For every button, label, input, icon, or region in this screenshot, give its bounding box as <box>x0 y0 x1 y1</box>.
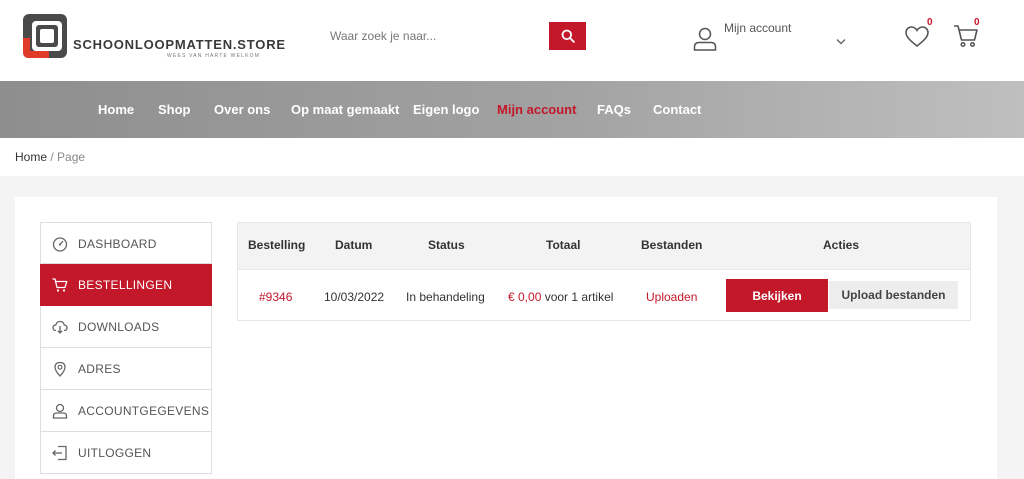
search-icon <box>561 29 575 43</box>
sidebar-item-label: ACCOUNTGEGEVENS <box>78 404 210 418</box>
sidebar-item-label: DASHBOARD <box>78 237 157 251</box>
order-total-suffix: voor 1 artikel <box>541 290 614 304</box>
account-menu[interactable]: Mijn account <box>692 20 862 56</box>
sidebar-item-dashboard[interactable]: DASHBOARD <box>40 222 212 264</box>
location-pin-icon <box>54 361 66 377</box>
column-header-datum: Datum <box>335 238 373 252</box>
nav-item-eigen-logo[interactable]: Eigen logo <box>413 102 479 117</box>
user-icon <box>693 27 717 51</box>
dashboard-icon <box>52 237 68 252</box>
cart-icon <box>52 278 68 292</box>
search-button[interactable] <box>549 22 586 50</box>
order-number-link[interactable]: #9346 <box>259 290 292 304</box>
sidebar-item-label: DOWNLOADS <box>78 320 160 334</box>
nav-item-op-maat-gemaakt[interactable]: Op maat gemaakt <box>291 102 399 117</box>
breadcrumb: Home / Page <box>15 150 85 164</box>
main-nav: Home Shop Over ons Op maat gemaakt Eigen… <box>0 81 1024 138</box>
sidebar-item-uitloggen[interactable]: UITLOGGEN <box>40 432 212 474</box>
orders-table: Bestelling Datum Status Totaal Bestanden… <box>237 222 971 321</box>
column-header-acties: Acties <box>823 238 860 252</box>
cart-button[interactable]: 0 <box>953 17 987 50</box>
logo-text: SCHOONLOOPMATTEN.STORE <box>73 37 286 52</box>
sidebar-item-downloads[interactable]: DOWNLOADS <box>40 306 212 348</box>
order-total: € 0,00 voor 1 artikel <box>508 290 613 304</box>
sidebar-item-label: UITLOGGEN <box>78 446 152 460</box>
sidebar-item-bestellingen[interactable]: BESTELLINGEN <box>40 264 212 306</box>
breadcrumb-home[interactable]: Home <box>15 150 47 164</box>
breadcrumb-bar: Home / Page <box>0 138 1024 176</box>
nav-item-home[interactable]: Home <box>98 102 134 117</box>
sidebar-item-label: BESTELLINGEN <box>78 278 173 292</box>
column-header-status: Status <box>428 238 465 252</box>
wishlist-count-badge: 0 <box>927 17 933 28</box>
logo-mark-icon <box>23 14 67 58</box>
logo-tagline: WEES VAN HARTE WELKOM <box>167 53 261 59</box>
table-row: #9346 10/03/2022 In behandeling € 0,00 v… <box>238 269 970 320</box>
cloud-download-icon <box>52 320 68 334</box>
nav-item-faqs[interactable]: FAQs <box>597 102 631 117</box>
order-total-amount: € 0,00 <box>508 290 542 304</box>
sidebar-item-label: ADRES <box>78 362 121 376</box>
view-order-button[interactable]: Bekijken <box>726 279 828 312</box>
cart-count-badge: 0 <box>974 17 980 28</box>
logout-icon <box>52 445 67 461</box>
user-icon <box>52 403 68 419</box>
sidebar-item-accountgegevens[interactable]: ACCOUNTGEGEVENS <box>40 390 212 432</box>
account-sidebar: DASHBOARD BESTELLINGEN DOWNLOADS ADRES A… <box>40 222 212 474</box>
order-status: In behandeling <box>406 290 485 304</box>
order-date: 10/03/2022 <box>324 290 385 304</box>
nav-item-contact[interactable]: Contact <box>653 102 701 117</box>
column-header-bestelling: Bestelling <box>248 238 306 252</box>
search-input[interactable] <box>321 22 548 50</box>
heart-icon <box>905 26 929 48</box>
site-header: SCHOONLOOPMATTEN.STORE WEES VAN HARTE WE… <box>0 0 1024 81</box>
column-header-bestanden: Bestanden <box>641 238 703 252</box>
search-bar <box>321 22 586 50</box>
account-label: Mijn account <box>724 21 792 35</box>
breadcrumb-separator: / <box>47 150 58 164</box>
breadcrumb-current: Page <box>57 150 86 164</box>
nav-item-mijn-account[interactable]: Mijn account <box>497 102 576 117</box>
upload-files-link[interactable]: Uploaden <box>646 290 697 304</box>
column-header-totaal: Totaal <box>546 238 581 252</box>
sidebar-item-adres[interactable]: ADRES <box>40 348 212 390</box>
nav-item-shop[interactable]: Shop <box>158 102 191 117</box>
table-header: Bestelling Datum Status Totaal Bestanden… <box>238 223 970 269</box>
nav-item-over-ons[interactable]: Over ons <box>214 102 270 117</box>
wishlist-button[interactable]: 0 <box>904 17 938 50</box>
site-logo[interactable]: SCHOONLOOPMATTEN.STORE WEES VAN HARTE WE… <box>22 13 285 61</box>
chevron-down-icon <box>836 39 846 45</box>
upload-files-button[interactable]: Upload bestanden <box>829 281 958 309</box>
